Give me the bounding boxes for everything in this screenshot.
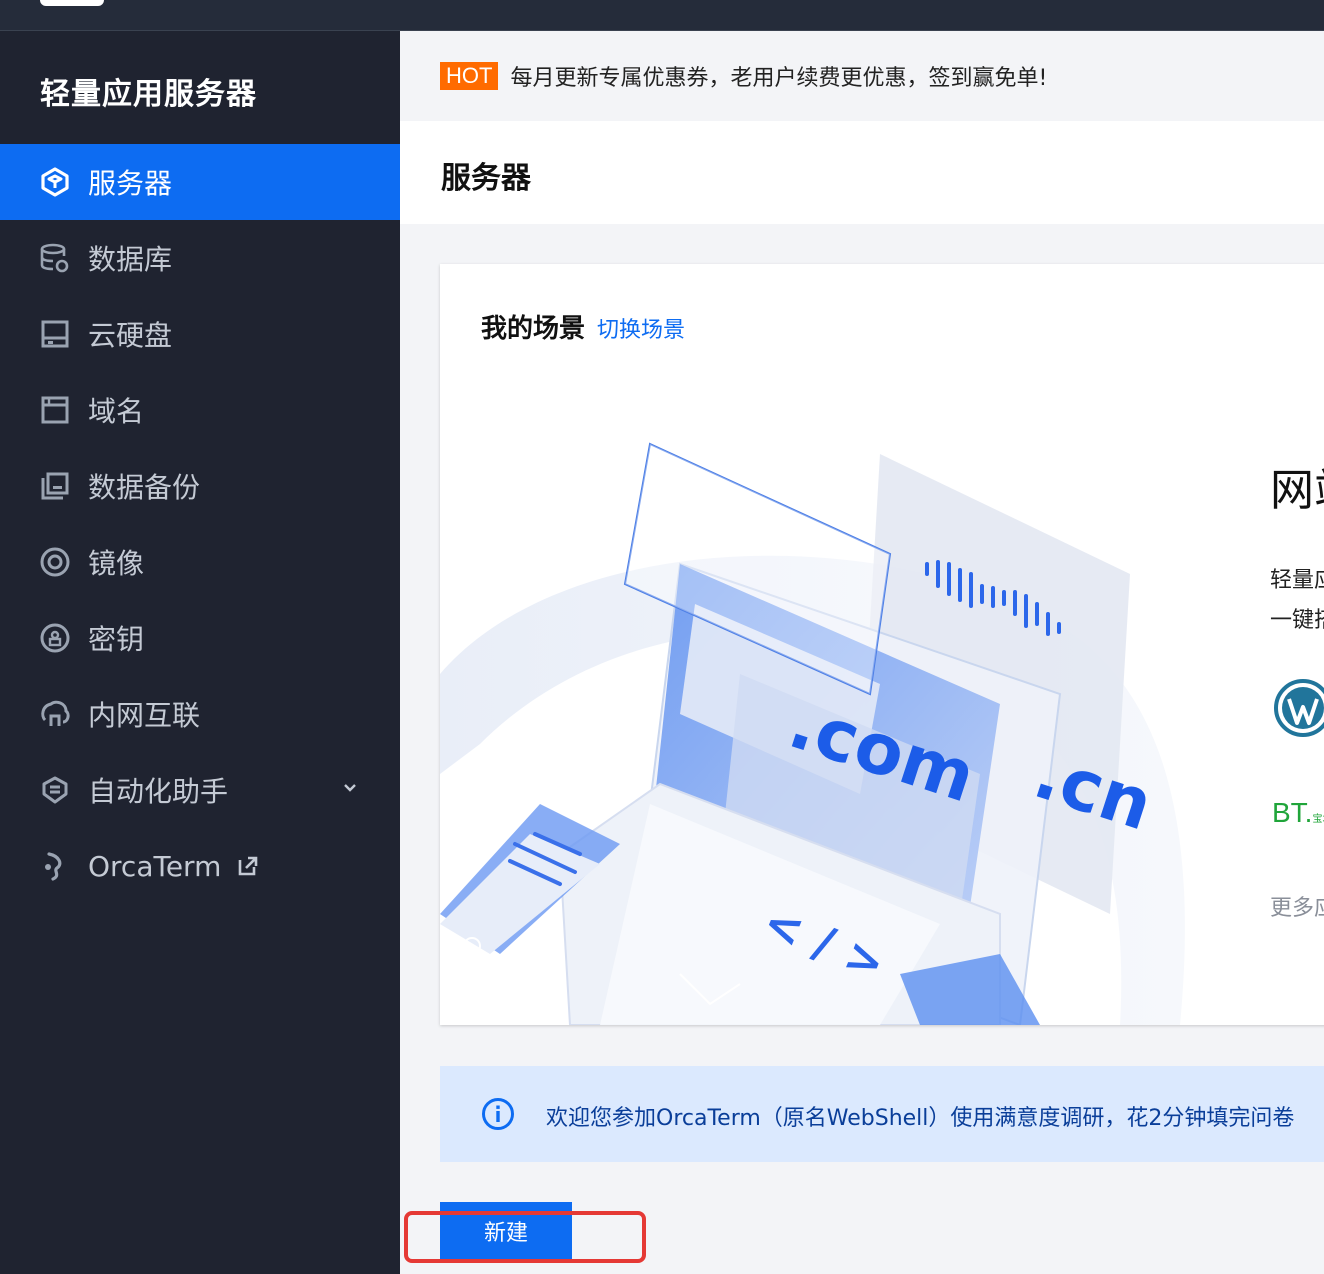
sidebar-nav: 服务器 数据库 云硬盘 域名 数据备份 镜像 密钥 内网互联 自动化助手 Orc… <box>0 144 400 904</box>
image-icon <box>39 546 71 578</box>
cloud-disk-icon <box>39 318 71 350</box>
more-apps-link[interactable]: 更多应用 <box>1270 890 1324 922</box>
console-logo[interactable] <box>40 0 104 6</box>
chevron-down-icon[interactable] <box>340 778 360 798</box>
sidebar-item-orcaterm[interactable]: OrcaTerm <box>0 828 400 904</box>
scene-detail-panel: 网站 轻量应用 一键搭建 BT.宝塔 cn 更多应用 <box>1270 264 1324 1025</box>
bt-logo-subtext: 宝塔 cn <box>1312 814 1324 825</box>
scene-header: 我的场景 切换场景 <box>481 308 685 345</box>
orcaterm-icon <box>39 850 71 882</box>
sidebar-item-label: 云硬盘 <box>88 319 173 352</box>
backup-icon <box>39 470 71 502</box>
sidebar-item-cloud-disk[interactable]: 云硬盘 <box>0 296 400 372</box>
top-navigation-bar <box>0 0 1324 31</box>
sidebar-item-domain[interactable]: 域名 <box>0 372 400 448</box>
survey-alert-text[interactable]: 欢迎您参加OrcaTerm（原名WebShell）使用满意度调研，花2分钟填完问… <box>546 1100 1294 1132</box>
bt-logo-text: BT. <box>1272 797 1313 828</box>
page-header: 服务器 <box>400 121 1324 224</box>
website-scene-illustration: .com .cn < / > <box>440 442 1185 1025</box>
sidebar-item-label: 密钥 <box>88 623 145 656</box>
sidebar-item-backup[interactable]: 数据备份 <box>0 448 400 524</box>
scene-description-line2: 一键搭建 <box>1270 608 1324 633</box>
promo-notice-bar[interactable]: HOT 每月更新专属优惠券，老用户续费更优惠，签到赢免单! <box>400 31 1324 121</box>
scene-card: 我的场景 切换场景 .com .cn < / > 网 轻量 一键 BT.宝 更多 <box>440 264 1324 1025</box>
automation-icon <box>39 774 71 806</box>
sidebar-item-label: 镜像 <box>88 547 145 580</box>
new-server-button[interactable]: 新建 <box>440 1202 572 1260</box>
sidebar-item-label: 内网互联 <box>88 699 201 732</box>
sidebar-item-image[interactable]: 镜像 <box>0 524 400 600</box>
domain-icon <box>39 394 71 426</box>
hot-badge: HOT <box>440 62 499 90</box>
page-title: 服务器 <box>441 161 531 196</box>
wordpress-logo-icon[interactable] <box>1274 679 1324 737</box>
sidebar-item-server[interactable]: 服务器 <box>0 144 400 220</box>
info-icon <box>482 1098 514 1130</box>
scene-description-line1: 轻量应用 <box>1270 568 1324 593</box>
key-icon <box>39 622 71 654</box>
survey-alert: 欢迎您参加OrcaTerm（原名WebShell）使用满意度调研，花2分钟填完问… <box>440 1066 1324 1162</box>
sidebar-item-label: 数据备份 <box>88 471 201 504</box>
database-icon <box>39 242 71 274</box>
sidebar-item-database[interactable]: 数据库 <box>0 220 400 296</box>
promo-notice-text[interactable]: 每月更新专属优惠券，老用户续费更优惠，签到赢免单! <box>510 60 1047 92</box>
product-title: 轻量应用服务器 <box>40 77 257 112</box>
external-link-icon <box>239 856 258 876</box>
bt-panel-logo[interactable]: BT.宝塔 cn <box>1272 797 1324 829</box>
scene-title: 我的场景 <box>481 314 586 344</box>
sidebar-item-label: 数据库 <box>88 243 173 276</box>
intranet-icon <box>39 698 71 730</box>
sidebar-item-label: OrcaTerm <box>88 849 222 883</box>
switch-scene-link[interactable]: 切换场景 <box>597 312 685 344</box>
sidebar-item-automation[interactable]: 自动化助手 <box>0 752 400 828</box>
sidebar-item-intranet[interactable]: 内网互联 <box>0 676 400 752</box>
sidebar: 轻量应用服务器 服务器 数据库 云硬盘 域名 数据备份 镜像 密钥 内网互联 自… <box>0 31 400 1274</box>
sidebar-item-label: 自动化助手 <box>88 775 229 808</box>
server-icon <box>39 166 71 198</box>
scene-heading: 网站 <box>1270 465 1324 516</box>
sidebar-item-label: 域名 <box>88 395 145 428</box>
sidebar-item-label: 服务器 <box>88 167 173 200</box>
sidebar-item-key[interactable]: 密钥 <box>0 600 400 676</box>
